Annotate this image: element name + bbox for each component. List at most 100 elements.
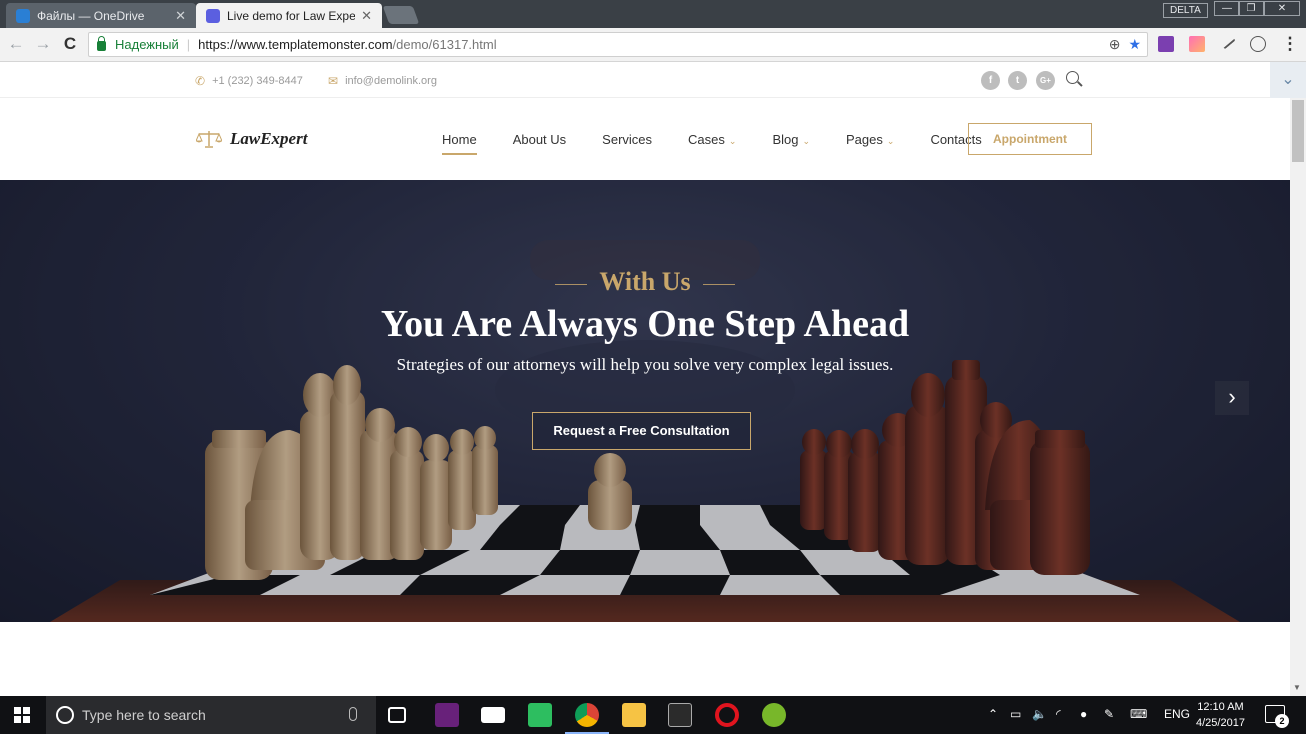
volume-icon[interactable]: 🔈 [1032,707,1047,721]
pen-icon[interactable] [1218,32,1236,50]
back-button[interactable]: ← [6,34,26,54]
chevron-down-icon: ⌄ [802,136,811,146]
shield-icon[interactable] [1250,36,1266,52]
chevron-down-icon[interactable]: ⌄ [1270,62,1306,98]
visual-studio-icon[interactable] [435,703,459,727]
scrollbar-thumb[interactable] [1292,100,1304,162]
reload-button[interactable]: C [60,34,80,54]
minimize-button[interactable]: — [1214,1,1240,16]
paint-icon[interactable] [1189,36,1205,52]
tab-onedrive[interactable]: Файлы — OneDrive ✕ [6,3,196,28]
clock-date: 4/25/2017 [1196,717,1245,729]
forward-button[interactable]: → [33,34,53,54]
menu-item-services[interactable]: Services [602,132,652,147]
menu-label: About Us [512,132,567,147]
search-icon[interactable] [1066,71,1079,84]
menu-item-about-us[interactable]: About Us [513,132,566,147]
tab-title: Live demo for Law Expert [227,8,356,23]
slider-next-arrow-icon[interactable]: › [1215,381,1249,415]
url-path: /demo/61317.html [392,37,497,52]
menu-item-cases[interactable]: Cases ⌄ [688,132,736,147]
windows-start-icon[interactable] [14,707,30,723]
kicker-line-right [702,283,735,285]
task-view-icon[interactable] [388,707,406,723]
taskbar-search[interactable]: Type here to search [46,696,376,734]
kicker-text: With Us [599,267,691,296]
main-menu: Home About Us Services Cases ⌄ Blog ⌄ Page… [442,132,1018,155]
site-header: LawExpert Home About Us Services Cases ⌄ … [0,98,1290,180]
hero-subtitle: Strategies of our attorneys will help yo… [396,355,894,374]
security-label: Надежный [115,37,179,52]
chrome-icon[interactable] [575,703,599,727]
onedrive-icon [16,8,30,23]
email-contact[interactable]: ✉ info@demolink.org [328,74,437,88]
email-address: info@demolink.org [345,75,437,87]
bookmark-star-icon[interactable]: ★ [1128,36,1141,53]
address-bar[interactable]: Надежный | https://www.templatemonster.c… [88,32,1148,57]
clock[interactable]: 12:10 AM 4/25/2017 [1196,699,1245,731]
hero-kicker: With Us [0,267,1290,297]
twitter-icon[interactable]: t [1008,71,1027,90]
menu-label: Services [602,132,653,147]
profile-badge[interactable]: DELTA [1163,3,1208,18]
templatemonster-icon [206,8,220,23]
terminal-icon[interactable] [668,703,692,727]
battery-icon[interactable]: ▭ [1010,707,1021,721]
tray-expand-icon[interactable]: ⌃ [988,707,998,721]
tab-law-expert[interactable]: Live demo for Law Expert ✕ [196,3,382,28]
mail-icon[interactable] [481,707,505,723]
evernote-icon[interactable] [528,703,552,727]
site-logo[interactable]: LawExpert [196,129,307,149]
browser-menu-icon[interactable]: ⋮ [1280,34,1300,54]
browser-tab-bar: Файлы — OneDrive ✕ Live demo for Law Exp… [0,0,1306,28]
language-indicator[interactable]: ENG [1164,707,1190,721]
menu-item-pages[interactable]: Pages ⌄ [846,132,894,147]
url-host: https://www.templatemonster.com [198,37,393,52]
chrome-tray-icon[interactable]: ● [1080,707,1087,721]
envelope-icon: ✉ [328,74,339,88]
google-plus-icon[interactable]: G+ [1036,71,1055,90]
keyboard-icon[interactable]: ⌨ [1130,707,1147,721]
menu-label: Pages [846,132,883,147]
phone-icon: ✆ [195,74,206,88]
utorrent-icon[interactable] [762,703,786,727]
logo-text: LawExpert [230,129,308,148]
wifi-icon[interactable]: ◜ [1056,707,1061,721]
menu-label: Blog [772,132,799,147]
zoom-icon[interactable]: ⊕ [1109,36,1121,53]
cortana-icon [56,706,74,724]
request-consultation-button[interactable]: Request a Free Consultation [532,412,751,450]
hero-slider: With Us You Are Always One Step Ahead St… [0,180,1290,622]
file-explorer-icon[interactable] [622,703,646,727]
lock-icon [97,36,106,51]
pen-workspace-icon[interactable]: ✎ [1104,707,1114,721]
facebook-icon[interactable]: f [981,71,1000,90]
phone-number: +1 (232) 349-8447 [212,75,303,87]
microphone-icon[interactable] [349,707,357,721]
clock-time: 12:10 AM [1197,701,1244,713]
scroll-down-arrow-icon[interactable]: ▼ [1293,683,1301,692]
site-topbar: ✆ +1 (232) 349-8447 ✉ info@demolink.org … [0,62,1290,98]
phone-contact[interactable]: ✆ +1 (232) 349-8447 [195,74,303,88]
scales-icon [196,131,222,148]
url-separator: | [186,37,191,52]
menu-label: Home [442,132,477,147]
menu-label: Cases [688,132,725,147]
chessboard-illustration [0,180,1290,622]
close-icon[interactable]: ✕ [175,8,186,24]
onenote-icon[interactable] [1158,36,1174,52]
opera-icon[interactable] [715,703,739,727]
menu-item-blog[interactable]: Blog ⌄ [772,132,810,147]
kicker-line-left [555,283,588,285]
close-window-button[interactable]: ✕ [1264,1,1300,16]
notification-count-badge: 2 [1275,714,1289,728]
tab-title: Файлы — OneDrive [37,8,145,23]
new-tab-button[interactable] [382,6,420,24]
browser-toolbar: ← → C Надежный | https://www.templatemon… [0,28,1306,62]
windows-taskbar: Type here to search ⌃ ▭ 🔈 ◜ ● ✎ ⌨ ENG 12… [0,696,1306,734]
restore-button[interactable]: ❐ [1238,1,1264,16]
close-icon[interactable]: ✕ [361,8,372,24]
search-placeholder: Type here to search [82,707,206,723]
menu-item-home[interactable]: Home [442,132,477,155]
appointment-button[interactable]: Appointment [968,123,1092,155]
